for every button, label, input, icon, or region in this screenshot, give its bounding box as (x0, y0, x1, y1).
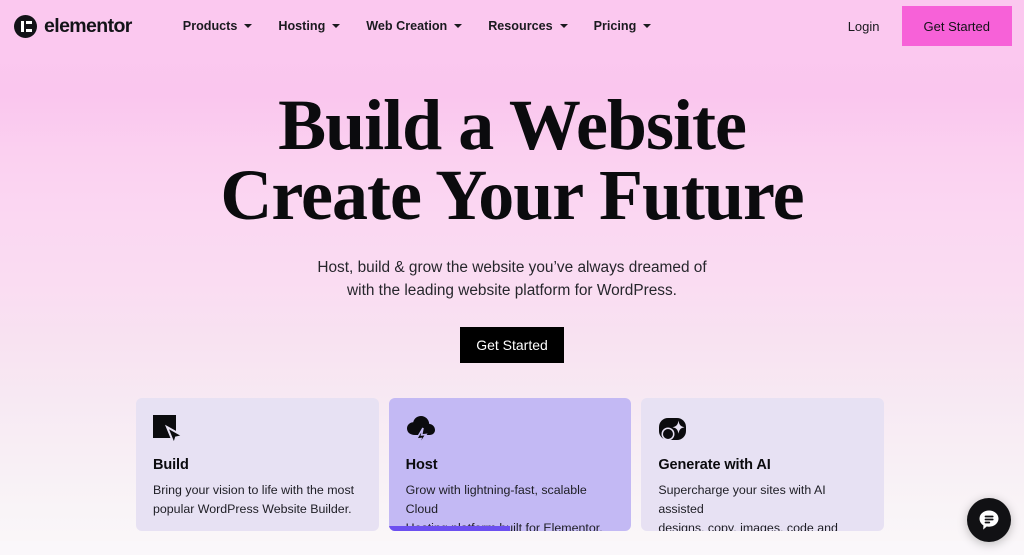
feature-card-title: Generate with AI (658, 457, 771, 473)
ai-sparkle-icon (658, 415, 867, 445)
chevron-down-icon (559, 24, 568, 28)
feature-card-body-line-2: designs, copy, images, code and more. (658, 521, 838, 531)
chevron-down-icon (244, 24, 253, 28)
card-progress-fill (388, 526, 510, 531)
nav-item-hosting[interactable]: Hosting (265, 13, 353, 39)
feature-card-body: Grow with lightning-fast, scalable Cloud… (406, 481, 615, 531)
nav-links: Products Hosting Web Creation Resources … (170, 13, 665, 39)
login-link[interactable]: Login (826, 19, 902, 34)
feature-card-body-line-1: Supercharge your sites with AI assisted (658, 483, 826, 516)
hero-subtitle: Host, build & grow the website you’ve al… (0, 256, 1024, 302)
nav-actions: Login Get Started (826, 0, 1024, 52)
nav-get-started-button[interactable]: Get Started (901, 6, 1012, 46)
brand-name: elementor (44, 14, 132, 37)
nav-item-resources[interactable]: Resources (475, 13, 580, 39)
feature-card-build[interactable]: Build Bring your vision to life with the… (136, 398, 379, 531)
feature-card-body-line-1: Bring your vision to life with the most (153, 483, 355, 497)
top-navigation-bar: elementor Products Hosting Web Creation … (0, 0, 1024, 52)
chevron-down-icon (454, 24, 463, 28)
hero-subtitle-line-2: with the leading website platform for Wo… (347, 282, 677, 299)
page-title-line-2: Create Your Future (220, 155, 804, 235)
cloud-lightning-icon (406, 415, 615, 447)
feature-card-body-line-1: Grow with lightning-fast, scalable Cloud (405, 483, 587, 516)
feature-card-body-line-2: popular WordPress Website Builder. (153, 502, 352, 516)
nav-item-products[interactable]: Products (170, 13, 266, 39)
nav-item-label: Pricing (593, 19, 637, 33)
nav-item-label: Web Creation (366, 19, 448, 33)
feature-card-body: Bring your vision to life with the most … (153, 481, 362, 519)
chevron-down-icon (643, 24, 652, 28)
page-title-line-1: Build a Website (278, 85, 747, 165)
nav-item-label: Products (182, 19, 238, 33)
page-title: Build a Website Create Your Future (0, 89, 1024, 235)
hero-get-started-button[interactable]: Get Started (460, 327, 564, 363)
elementor-logo-icon (14, 14, 37, 38)
brand-logo[interactable]: elementor (14, 14, 132, 38)
feature-card-title: Build (153, 457, 189, 473)
chat-widget-button[interactable] (967, 498, 1011, 542)
feature-card-host[interactable]: Host Grow with lightning-fast, scalable … (388, 398, 632, 531)
nav-item-pricing[interactable]: Pricing (581, 13, 665, 39)
nav-item-web-creation[interactable]: Web Creation (353, 13, 475, 39)
feature-card-title: Host (405, 457, 438, 473)
nav-item-label: Hosting (278, 19, 326, 33)
card-progress-bar (388, 526, 632, 531)
cursor-square-icon (153, 415, 362, 447)
nav-item-label: Resources (488, 19, 553, 33)
chat-bubble-icon (979, 510, 999, 530)
chevron-down-icon (332, 24, 341, 28)
hero-subtitle-line-1: Host, build & grow the website you’ve al… (317, 259, 707, 276)
next-section-edge (0, 541, 1024, 555)
feature-card-body: Supercharge your sites with AI assisted … (658, 481, 867, 531)
hero-section: Build a Website Create Your Future Host,… (0, 52, 1024, 363)
feature-card-generate-with-ai[interactable]: Generate with AI Supercharge your sites … (641, 398, 885, 531)
feature-cards: Build Bring your vision to life with the… (136, 398, 885, 531)
